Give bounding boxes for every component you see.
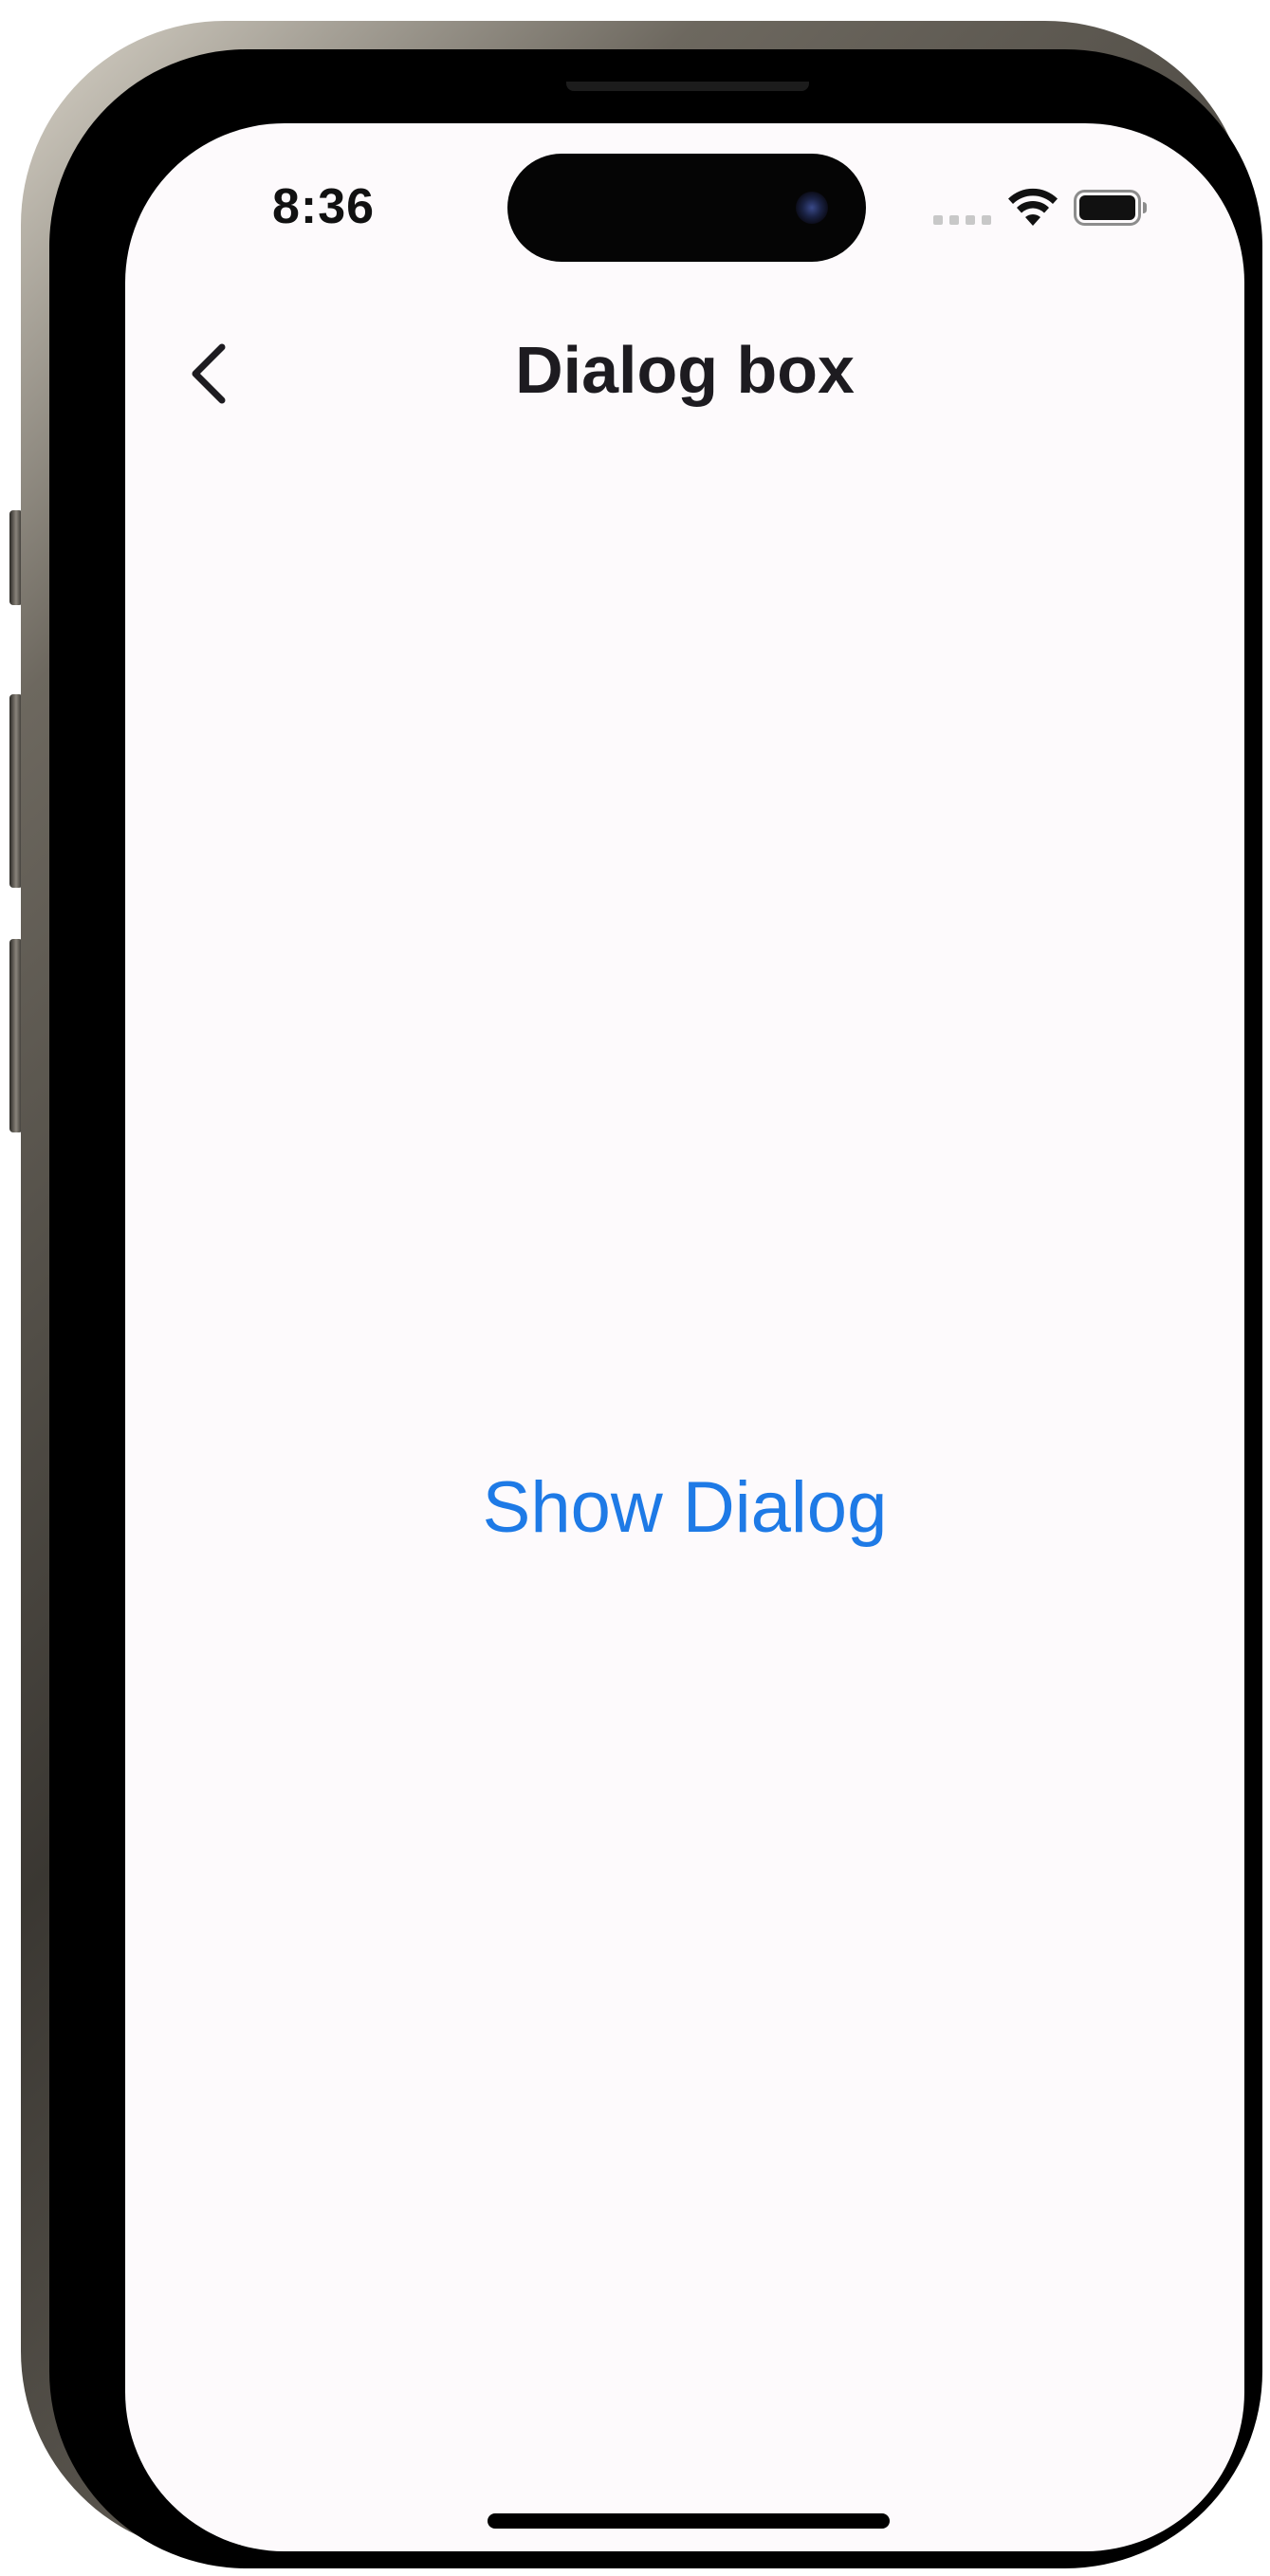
device-page: 8:36 Dialog box Show Dialog [0, 0, 1270, 2576]
device-bezel: 8:36 Dialog box Show Dialog [49, 49, 1262, 2568]
front-camera-icon [796, 192, 828, 224]
earpiece-speaker [566, 82, 809, 91]
screen: 8:36 Dialog box Show Dialog [125, 123, 1244, 2551]
wifi-icon [1008, 188, 1058, 226]
status-time: 8:36 [272, 179, 376, 234]
battery-icon [1074, 190, 1147, 226]
dynamic-island [507, 154, 866, 262]
show-dialog-button[interactable]: Show Dialog [448, 1451, 922, 1565]
cellular-signal-icon [933, 215, 991, 225]
device-frame: 8:36 Dialog box Show Dialog [21, 21, 1262, 2568]
page-title: Dialog box [515, 333, 855, 407]
home-indicator[interactable] [488, 2513, 890, 2529]
